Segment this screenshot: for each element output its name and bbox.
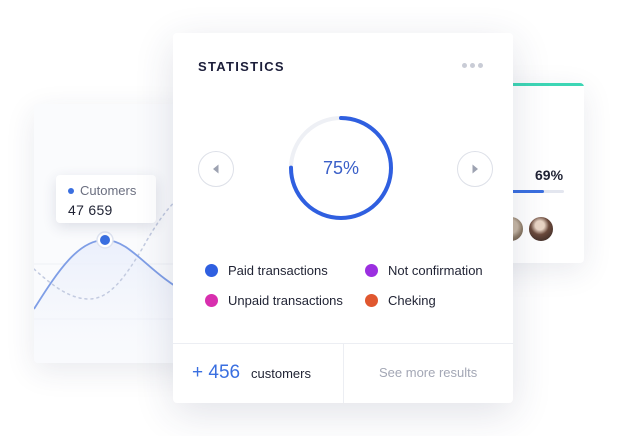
customers-line-chart [34,188,189,363]
legend-label: Paid transactions [228,263,328,278]
series-dot-icon [68,187,74,194]
customers-label: customers [251,366,311,381]
progress-percent: 69% [535,167,564,183]
chevron-right-icon [472,164,478,174]
dot [470,63,475,68]
progress-percent-label: 75% [322,157,360,178]
legend-dot-icon [205,294,218,307]
customers-chart-card: Cutomers 47 659 [34,104,189,363]
avatar[interactable] [527,215,555,243]
chevron-left-icon [213,164,219,174]
more-dots-icon[interactable] [462,63,483,68]
card-title: STATISTICS [198,59,285,74]
legend-label: Unpaid transactions [228,293,343,308]
see-more-results-link[interactable]: See more results [379,365,477,380]
legend-item-not-confirmation[interactable]: Not confirmation [365,263,483,278]
footer-separator [343,344,344,403]
tooltip-label: Cutomers [80,183,137,198]
chart-tooltip: Cutomers 47 659 [56,175,156,223]
legend-item-paid[interactable]: Paid transactions [205,263,328,278]
tooltip-value: 47 659 [68,202,113,218]
legend-dot-icon [365,294,378,307]
legend-label: Not confirmation [388,263,483,278]
series-area [34,240,189,363]
dot [462,63,467,68]
customers-count: + 456 [192,362,241,383]
legend-dot-icon [205,264,218,277]
highlight-point[interactable] [100,235,110,245]
legend-item-cheking[interactable]: Cheking [365,293,436,308]
legend-item-unpaid[interactable]: Unpaid transactions [205,293,343,308]
legend-label: Cheking [388,293,436,308]
next-button[interactable] [457,151,493,187]
dot [478,63,483,68]
previous-button[interactable] [198,151,234,187]
legend-dot-icon [365,264,378,277]
statistics-card: STATISTICS 75% Paid transactions Not con… [173,33,513,403]
